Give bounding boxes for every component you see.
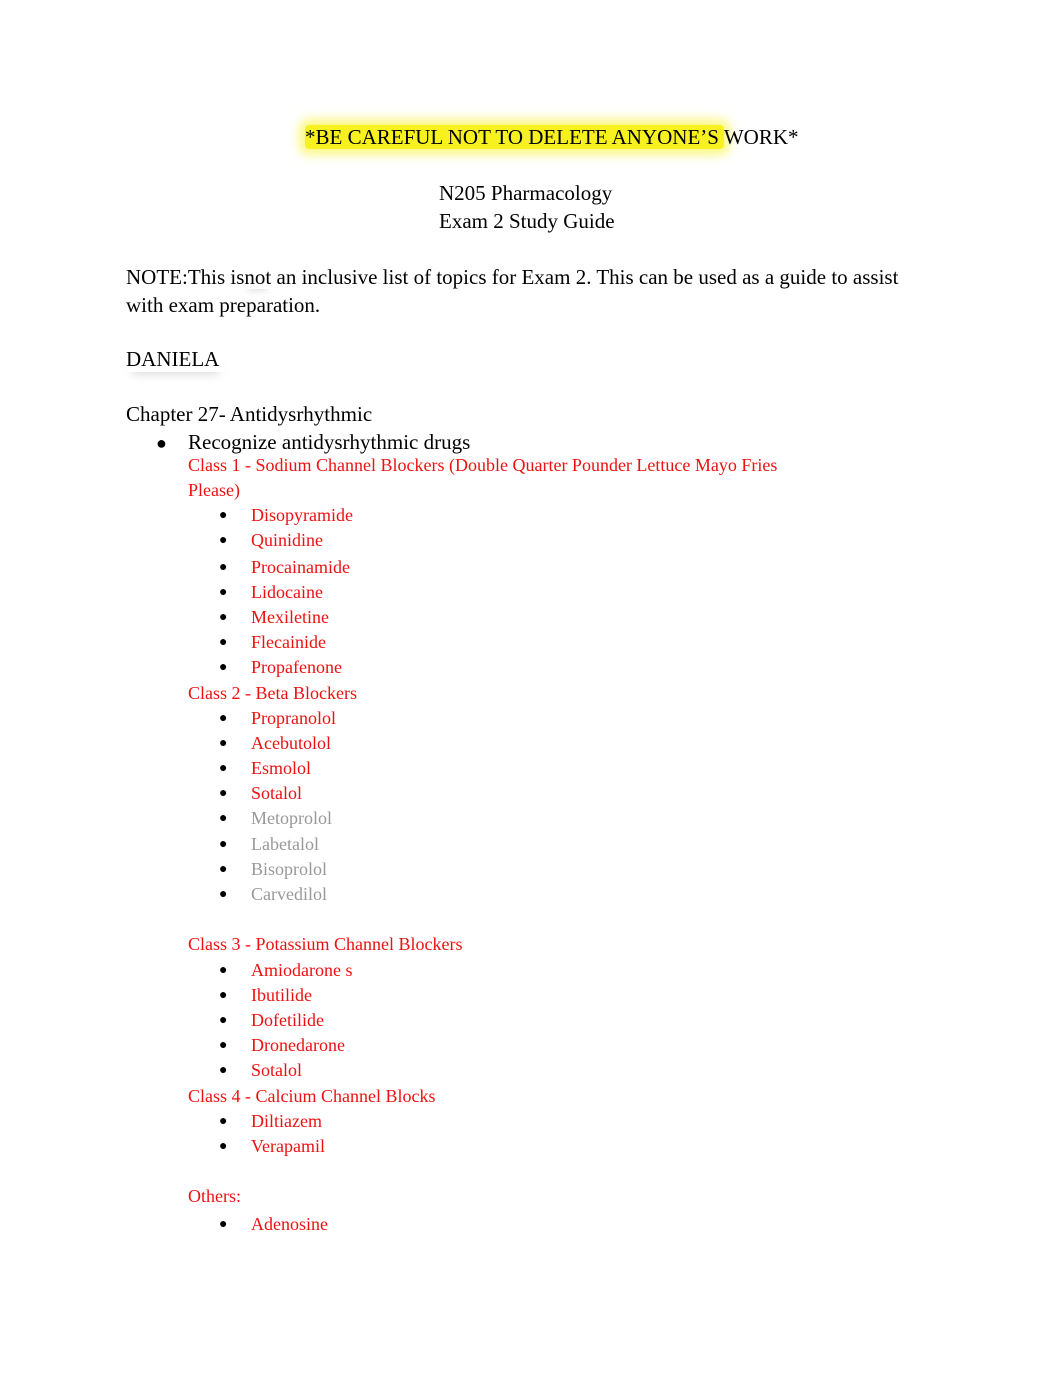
warning-tail: WORK*	[723, 125, 799, 149]
warning-banner: *BE CAREFUL NOT TO DELETE ANYONE’S WORK*	[305, 124, 799, 150]
bullet-icon: ●	[219, 609, 228, 625]
bullet-icon: ●	[219, 761, 228, 777]
drug-list-item: ● Carvedilol	[219, 882, 327, 907]
topic-text: Recognize antidysrhythmic drugs	[188, 430, 471, 454]
drug-list-item: ● Dofetilide	[219, 1008, 324, 1033]
bullet-icon: ●	[219, 584, 228, 600]
bullet-icon: ●	[219, 1139, 228, 1155]
drug-name: Procainamide	[251, 556, 350, 577]
drug-name: Dronedarone	[251, 1035, 345, 1056]
bullet-icon: ●	[219, 1038, 228, 1054]
drug-name: Sotalol	[251, 783, 303, 804]
drug-list-item: ● Bisoprolol	[219, 857, 327, 882]
bullet-icon: ●	[219, 736, 228, 752]
drug-list-item: ● Procainamide	[219, 555, 350, 580]
drug-name: Metoprolol	[251, 808, 332, 829]
bullet-icon: ●	[156, 433, 167, 453]
bullet-icon: ●	[219, 533, 228, 549]
drug-class-label: Class 2 - Beta Blockers	[188, 683, 357, 703]
guide-title: Exam 2 Study Guide	[439, 209, 615, 233]
drug-list-item: ● Propafenone	[219, 655, 342, 680]
bullet-icon: ●	[219, 635, 228, 650]
drug-list-item: ● Disopyramide	[219, 503, 353, 528]
author-name: DANIELA	[126, 346, 225, 372]
drug-name: Bisoprolol	[251, 858, 328, 879]
drug-list-item: ● Ibutilide	[219, 983, 312, 1008]
drug-list-item: ● Acebutolol	[219, 731, 331, 756]
drug-list-item: ● Lidocaine	[219, 580, 323, 605]
drug-class-label: Class 1 - Sodium Channel Blockers (Doubl…	[188, 455, 778, 500]
bullet-icon: ●	[219, 886, 228, 902]
drug-name: Diltiazem	[251, 1111, 322, 1131]
drug-name: Propafenone	[251, 657, 342, 678]
drug-name: Amiodarone s	[251, 960, 353, 980]
note-prefix: NOTE:This is	[126, 265, 245, 289]
bullet-icon: ●	[219, 786, 228, 802]
drug-list-item: ● Quinidine	[219, 528, 323, 553]
bullet-icon: ●	[219, 1063, 228, 1079]
topic-item: ● Recognize antidysrhythmic drugs	[126, 429, 470, 456]
drug-name: Quinidine	[251, 530, 323, 551]
drug-list-item: ● Metoprolol	[219, 806, 332, 831]
drug-name: Lidocaine	[251, 581, 323, 602]
drug-list-item: ● Mexiletine	[219, 605, 329, 630]
drug-name: Adenosine	[251, 1214, 328, 1234]
drug-name: Disopyramide	[251, 505, 353, 525]
drug-list-item: ● Labetalol	[219, 832, 319, 857]
drug-name: Mexiletine	[251, 606, 329, 627]
drug-list-item: ● Propranolol	[219, 706, 336, 731]
drug-list-item: ● Esmolol	[219, 756, 311, 781]
bullet-icon: ●	[219, 559, 228, 575]
drug-list-item: ● Amiodarone s	[219, 958, 352, 983]
drug-list-item: ● Dronedarone	[219, 1033, 345, 1058]
drug-name: Acebutolol	[251, 733, 331, 754]
drug-name: Labetalol	[251, 833, 319, 854]
warning-highlight: *BE CAREFUL NOT TO DELETE ANYONE’S	[305, 125, 724, 149]
bullet-icon: ●	[219, 988, 228, 1004]
bullet-icon: ●	[219, 1013, 228, 1029]
drug-list-item: ● Diltiazem	[219, 1109, 322, 1134]
bullet-icon: ●	[219, 861, 228, 877]
note-emphasis: not	[244, 265, 272, 289]
chapter-heading: Chapter 27- Antidysrhythmic	[126, 402, 373, 426]
course-title: N205 Pharmacology	[439, 181, 613, 205]
note-paragraph: NOTE:This isnot an inclusive list of top…	[126, 263, 916, 319]
bullet-icon: ●	[219, 1114, 228, 1129]
drug-name: Verapamil	[251, 1136, 325, 1157]
bullet-icon: ●	[219, 836, 228, 852]
bullet-icon: ●	[219, 963, 228, 978]
drug-list-item: ● Sotalol	[219, 781, 302, 806]
bullet-icon: ●	[219, 508, 228, 523]
drug-name: Esmolol	[251, 758, 312, 779]
drug-name: Carvedilol	[251, 883, 327, 904]
drug-list-item: ● Verapamil	[219, 1134, 325, 1159]
drug-name: Ibutilide	[251, 985, 312, 1006]
bullet-icon: ●	[219, 811, 228, 827]
bullet-icon: ●	[219, 1217, 228, 1232]
drug-list-item: ● Adenosine	[219, 1212, 328, 1237]
drug-name: Propranolol	[251, 708, 336, 728]
bullet-icon: ●	[219, 660, 228, 676]
drug-name: Dofetilide	[251, 1010, 324, 1031]
drug-list-item: ● Sotalol	[219, 1058, 302, 1083]
drug-class-label: Class 4 - Calcium Channel Blocks	[188, 1086, 436, 1106]
drug-class-label: Others:	[188, 1186, 241, 1206]
bullet-icon: ●	[219, 711, 228, 726]
drug-class-label: Class 3 - Potassium Channel Blockers	[188, 934, 463, 954]
drug-list-item: ● Flecainide	[219, 630, 326, 655]
drug-name: Sotalol	[251, 1060, 303, 1081]
drug-name: Flecainide	[251, 632, 326, 652]
